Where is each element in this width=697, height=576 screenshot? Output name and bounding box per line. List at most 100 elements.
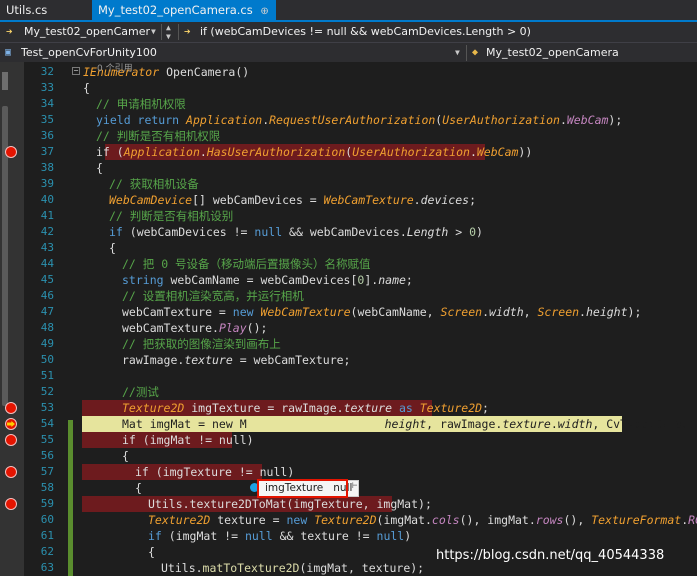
code-token: rows bbox=[535, 513, 564, 527]
code-line[interactable]: 47 webCamTexture = new WebCamTexture(webC… bbox=[0, 304, 697, 320]
breakpoint-icon[interactable] bbox=[5, 498, 17, 510]
code-text: WebCamDevice[] webCamDevices = WebCamTex… bbox=[109, 192, 476, 208]
code-token: ) bbox=[476, 225, 483, 239]
instruction-pointer-icon[interactable] bbox=[5, 418, 17, 430]
code-token: { bbox=[96, 161, 103, 175]
code-text: // 判断是否有相机权限 bbox=[96, 128, 220, 144]
breakpoint-icon[interactable] bbox=[5, 434, 17, 446]
navigation-bar: ➔ My_test02_openCamera. ▼ ▲ ▼ ➔ if (webC… bbox=[0, 22, 697, 42]
code-text: // 申请相机权限 bbox=[96, 96, 186, 112]
code-token: (), imgMat. bbox=[459, 513, 536, 527]
code-line[interactable]: 59 Utils.texture2DToMat(imgTexture, imgMa… bbox=[0, 496, 697, 512]
code-token: null bbox=[244, 529, 273, 543]
tab-my-test02-opencamera[interactable]: My_test02_openCamera.cs ⊕ ✕ bbox=[92, 0, 276, 20]
code-editor[interactable]: 32− IEnumerator OpenCamera() 0 个引用 33{34// … bbox=[0, 62, 697, 576]
code-token: ) bbox=[404, 529, 412, 543]
collapse-icon[interactable]: − bbox=[72, 67, 80, 75]
code-token: (), bbox=[563, 513, 592, 527]
code-line[interactable]: 38 { bbox=[0, 160, 697, 176]
divider bbox=[466, 45, 467, 61]
code-line[interactable]: 32− IEnumerator OpenCamera() 0 个引用 bbox=[0, 64, 697, 80]
project-dropdown[interactable]: My_test02_openCamera. bbox=[24, 22, 150, 42]
code-line[interactable]: 52 //测试 bbox=[0, 384, 697, 400]
type-dropdown[interactable]: My_test02_openCamera bbox=[486, 43, 686, 63]
code-token: . bbox=[413, 193, 421, 207]
code-line[interactable]: 40 WebCamDevice[] webCamDevices = WebCamT… bbox=[0, 192, 697, 208]
code-line[interactable]: 43 { bbox=[0, 240, 697, 256]
chevron-down-icon[interactable]: ▼ bbox=[151, 22, 156, 42]
code-line[interactable]: 54 Mat imgMat = new M height, rawImage.tex… bbox=[0, 416, 697, 432]
namespace-dropdown[interactable]: Test_openCvForUnity100 bbox=[21, 43, 451, 63]
codelens-references[interactable]: 0 个引用 bbox=[97, 62, 133, 74]
code-token: (imgMat != bbox=[161, 529, 245, 543]
code-line[interactable]: 36 // 判断是否有相机权限 bbox=[0, 128, 697, 144]
code-line[interactable]: 37 if (Application.HasUserAuthorization(U… bbox=[0, 144, 697, 160]
code-text: Texture2D imgTexture = rawImage.texture … bbox=[122, 400, 489, 416]
watermark: https://blog.csdn.net/qq_40544338 bbox=[436, 548, 665, 563]
code-line[interactable]: 42 if (webCamDevices != null && webCamDev… bbox=[0, 224, 697, 240]
code-token: // 把获取的图像渲染到画布上 bbox=[122, 337, 281, 351]
line-number: 38 bbox=[40, 161, 54, 174]
code-line[interactable]: 61 if (imgMat != null && texture != null) bbox=[0, 528, 697, 544]
code-line[interactable]: 34 // 申请相机权限 bbox=[0, 96, 697, 112]
pin-icon[interactable]: ⊕ bbox=[260, 6, 268, 17]
breakpoint-icon[interactable] bbox=[5, 146, 17, 158]
code-text: Mat imgMat = new M height, rawImage.textu… bbox=[122, 416, 697, 432]
line-number: 50 bbox=[40, 353, 54, 366]
breakpoint-icon[interactable] bbox=[5, 466, 17, 478]
code-line[interactable]: 53 Texture2D imgTexture = rawImage.textur… bbox=[0, 400, 697, 416]
code-token: Texture2D bbox=[419, 401, 483, 415]
code-line[interactable]: 41 // 判断是否有相机设别 bbox=[0, 208, 697, 224]
code-text: Utils.matToTexture2D(imgMat, texture); bbox=[161, 560, 424, 576]
code-token: // 把 0 号设备（移动端后置摄像头）名称赋值 bbox=[122, 257, 371, 271]
code-line[interactable]: 33 { bbox=[0, 80, 697, 96]
line-number: 51 bbox=[40, 369, 54, 382]
code-line[interactable]: 57 if (imgTexture != null) bbox=[0, 464, 697, 480]
line-number: 54 bbox=[40, 417, 54, 430]
code-token: Texture2D bbox=[314, 513, 377, 527]
code-line[interactable]: 39 // 获取相机设备 bbox=[0, 176, 697, 192]
code-token: . bbox=[559, 113, 567, 127]
code-token: . bbox=[469, 145, 477, 159]
code-token: RGBA32 bbox=[688, 513, 697, 527]
code-token: new bbox=[286, 513, 308, 527]
code-token: = webCamTexture; bbox=[232, 353, 351, 367]
code-line[interactable]: 49 // 把获取的图像渲染到画布上 bbox=[0, 336, 697, 352]
code-text: rawImage.texture = webCamTexture; bbox=[122, 352, 350, 368]
line-number: 60 bbox=[40, 513, 54, 526]
line-number: 40 bbox=[40, 193, 54, 206]
chevron-down-icon[interactable]: ▼ bbox=[455, 43, 460, 63]
code-text: if (imgTexture != null) bbox=[135, 464, 294, 480]
code-token: texture = bbox=[210, 513, 287, 527]
member-dropdown[interactable]: if (webCamDevices != null && webCamDevic… bbox=[200, 22, 690, 42]
code-line[interactable]: 60 Texture2D texture = new Texture2D(imgM… bbox=[0, 512, 697, 528]
code-token: if (imgMat != null) bbox=[122, 433, 254, 447]
code-text: //测试 bbox=[122, 384, 159, 400]
code-token: ; bbox=[469, 193, 477, 207]
code-text: { bbox=[96, 160, 103, 176]
code-line[interactable]: 55 if (imgMat != null) bbox=[0, 432, 697, 448]
code-line[interactable]: 45 string webCamName = webCamDevices[0].n… bbox=[0, 272, 697, 288]
code-token: . bbox=[482, 305, 490, 319]
pin-icon[interactable]: ⊢ bbox=[352, 481, 357, 491]
code-token: WebCamTexture bbox=[260, 305, 351, 319]
line-number: 57 bbox=[40, 465, 54, 478]
code-line[interactable]: 44 // 把 0 号设备（移动端后置摄像头）名称赋值 bbox=[0, 256, 697, 272]
tab-utils-cs[interactable]: Utils.cs bbox=[0, 0, 92, 20]
line-number: 52 bbox=[40, 385, 54, 398]
code-line[interactable]: 48 webCamTexture.Play(); bbox=[0, 320, 697, 336]
code-token: width bbox=[489, 305, 524, 319]
code-line[interactable]: 51 bbox=[0, 368, 697, 384]
code-token: webCamTexture. bbox=[122, 321, 219, 335]
code-token: && texture != bbox=[272, 529, 377, 543]
code-line[interactable]: 46 // 设置相机渲染宽高，并运行相机 bbox=[0, 288, 697, 304]
breakpoint-icon[interactable] bbox=[5, 402, 17, 414]
code-text: Utils.texture2DToMat(imgTexture, imgMat)… bbox=[148, 496, 432, 512]
code-text: string webCamName = webCamDevices[0].nam… bbox=[122, 272, 413, 288]
code-token: (imgMat, texture); bbox=[299, 561, 425, 575]
code-line[interactable]: 56 { bbox=[0, 448, 697, 464]
datatip-highlight bbox=[257, 479, 348, 498]
code-line[interactable]: 35 yield return Application. RequestUserAu… bbox=[0, 112, 697, 128]
code-line[interactable]: 50 rawImage.texture = webCamTexture; bbox=[0, 352, 697, 368]
code-token: // 判断是否有相机权限 bbox=[96, 129, 221, 143]
